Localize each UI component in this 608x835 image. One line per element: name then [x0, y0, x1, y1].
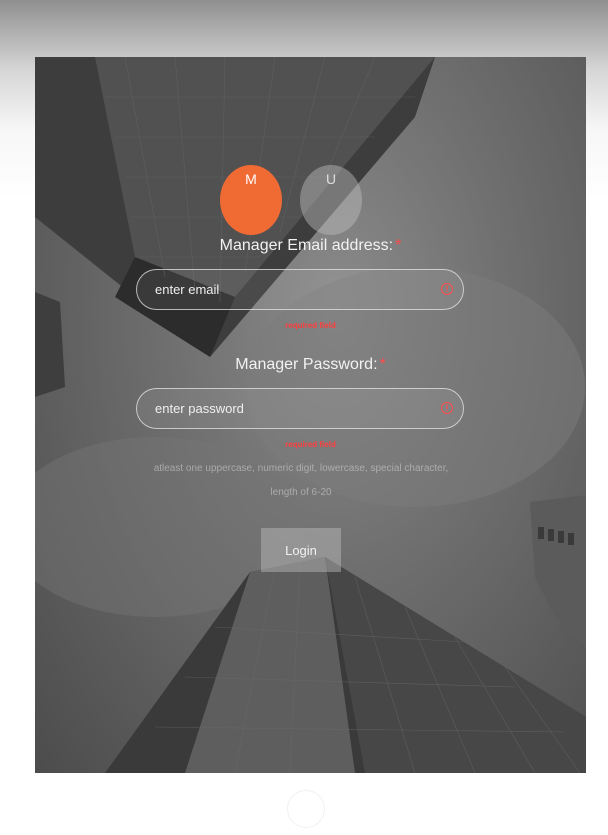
email-label: Manager Email address: * [35, 237, 586, 255]
required-asterisk: * [379, 356, 386, 373]
email-input[interactable] [155, 270, 415, 309]
login-button[interactable]: Login [261, 528, 341, 572]
email-error-text: required field [285, 321, 336, 330]
password-label: Manager Password: * [35, 356, 586, 374]
login-panel: M U Manager Email address:* ! required f… [35, 57, 586, 773]
password-label-text: Manager Password: [235, 356, 378, 373]
email-field[interactable]: ! [136, 269, 464, 310]
password-hint: atleast one uppercase, numeric digit, lo… [153, 463, 449, 498]
warning-circle-icon: ! [441, 402, 453, 414]
password-field[interactable]: ! [136, 388, 464, 429]
password-error-text: required field [285, 440, 336, 449]
required-asterisk: * [395, 237, 402, 254]
manager-role-button[interactable]: M [220, 165, 282, 235]
password-input[interactable] [155, 389, 415, 428]
home-button[interactable] [287, 790, 325, 828]
user-role-button[interactable]: U [300, 165, 362, 235]
email-label-text: Manager Email address: [219, 237, 394, 254]
warning-circle-icon: ! [441, 283, 453, 295]
